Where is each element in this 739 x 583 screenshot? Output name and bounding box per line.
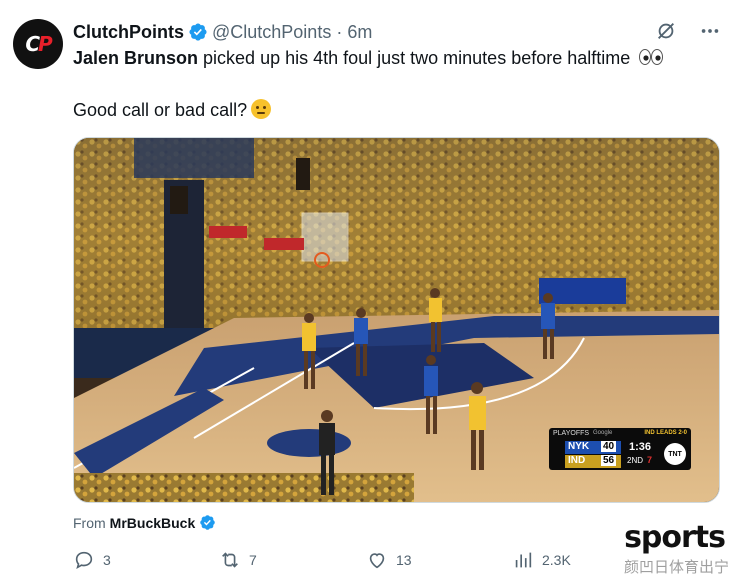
like-count: 13 [396, 552, 412, 568]
post-question: Good call or bad call? [73, 100, 248, 120]
post-media-image[interactable]: PLAYOFFS Google IND LEADS 2-0 NYK 40 IND… [73, 137, 720, 503]
source-label: From [73, 514, 106, 531]
repost-button[interactable]: 7 [219, 549, 257, 571]
scorebug-series-note: IND LEADS 2-0 [644, 430, 687, 436]
views-button[interactable]: 2.3K [512, 549, 571, 571]
separator-dot: · [336, 21, 343, 42]
reply-button[interactable]: 3 [73, 549, 111, 571]
post-header: ClutchPoints @ClutchPoints · 6m [73, 21, 372, 43]
thinking-face-emoji-icon [251, 99, 272, 119]
author-handle[interactable]: @ClutchPoints [212, 22, 331, 43]
watermark-sub: 颜凹日体育出宁 [623, 559, 729, 576]
scorebug-sponsor: Google [593, 430, 613, 436]
more-options-icon[interactable] [699, 20, 721, 42]
grok-icon[interactable] [655, 20, 677, 42]
post-text-line2: Good call or bad call? [73, 99, 272, 121]
post-time[interactable]: 6m [347, 22, 372, 43]
network-logo: TNT [664, 443, 686, 465]
watermark-brand: sports [624, 520, 726, 555]
post-top-actions [655, 20, 721, 42]
scorebug: PLAYOFFS Google IND LEADS 2-0 NYK 40 IND… [549, 428, 691, 470]
team1-score: 40 [601, 441, 617, 452]
repost-icon [222, 552, 238, 568]
views-count: 2.3K [542, 552, 571, 568]
team2-abbr: IND [568, 455, 586, 466]
team2-score: 56 [601, 455, 617, 466]
avatar-logo: CP [25, 32, 52, 56]
post-text-line1: Jalen Brunson picked up his 4th foul jus… [73, 48, 664, 69]
author-name[interactable]: ClutchPoints [73, 22, 184, 43]
verified-badge-icon [189, 23, 207, 41]
like-button[interactable]: 13 [366, 549, 412, 571]
shot-clock: 7 [647, 455, 653, 465]
views-chart-icon [515, 552, 532, 568]
team1-abbr: NYK [568, 441, 590, 452]
post-action-bar: 3 7 13 2.3K [73, 549, 720, 573]
repost-count: 7 [249, 552, 257, 568]
reply-icon [75, 551, 93, 570]
mention-player: Jalen Brunson [73, 48, 199, 68]
heart-icon [369, 553, 385, 569]
eyes-emoji-icon [639, 49, 664, 65]
reply-count: 3 [103, 552, 111, 568]
game-period: 2ND [627, 456, 644, 465]
source-attribution: From MrBuckBuck [73, 514, 220, 531]
source-verified-badge-icon [200, 515, 216, 530]
avatar[interactable]: CP [13, 19, 63, 69]
post-text-body: picked up his 4th foul just two minutes … [198, 48, 631, 68]
game-clock: 1:36 [629, 441, 652, 453]
scorebug-header: PLAYOFFS [553, 430, 590, 437]
source-user[interactable]: MrBuckBuck [110, 515, 196, 531]
